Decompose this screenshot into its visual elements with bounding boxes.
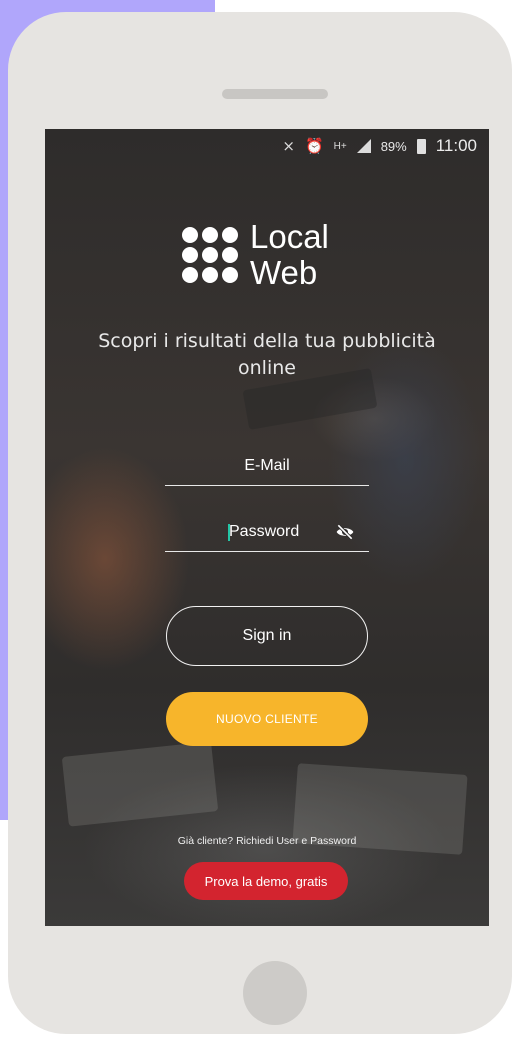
email-field-container — [165, 447, 369, 486]
request-credentials-link[interactable]: Già cliente? Richiedi User e Password — [45, 835, 489, 847]
email-field[interactable] — [165, 447, 369, 485]
background-photo-detail — [61, 741, 219, 827]
logo-line-1: Local — [250, 218, 329, 255]
eye-slash-icon[interactable] — [335, 522, 355, 542]
phone-speaker — [222, 89, 328, 99]
phone-home-button[interactable] — [243, 961, 307, 1025]
logo-line-2: Web — [250, 254, 318, 291]
signal-icon — [356, 139, 371, 153]
try-demo-button[interactable]: Prova la demo, gratis — [184, 862, 348, 900]
password-field-container — [165, 513, 369, 552]
status-time: 11:00 — [435, 136, 477, 155]
status-bar: ⨯ ⏰ H+ 89% 11:00 — [282, 135, 477, 157]
alarm-icon: ⏰ — [304, 138, 324, 155]
sign-in-button[interactable]: Sign in — [166, 606, 368, 666]
app-screen: ⨯ ⏰ H+ 89% 11:00 Local Web Scopri i risu… — [45, 129, 489, 926]
logo-dots-icon — [182, 227, 238, 283]
h-plus-network-icon: H+ — [333, 140, 347, 152]
battery-icon — [416, 138, 426, 154]
battery-percent: 89% — [380, 138, 407, 154]
app-logo: Local Web — [182, 219, 329, 291]
logo-wordmark: Local Web — [250, 219, 329, 291]
mute-icon: ⨯ — [282, 138, 295, 155]
tagline: Scopri i risultati della tua pubblicità … — [98, 330, 436, 379]
new-client-button[interactable]: NUOVO CLIENTE — [166, 692, 368, 746]
text-caret — [228, 524, 230, 541]
